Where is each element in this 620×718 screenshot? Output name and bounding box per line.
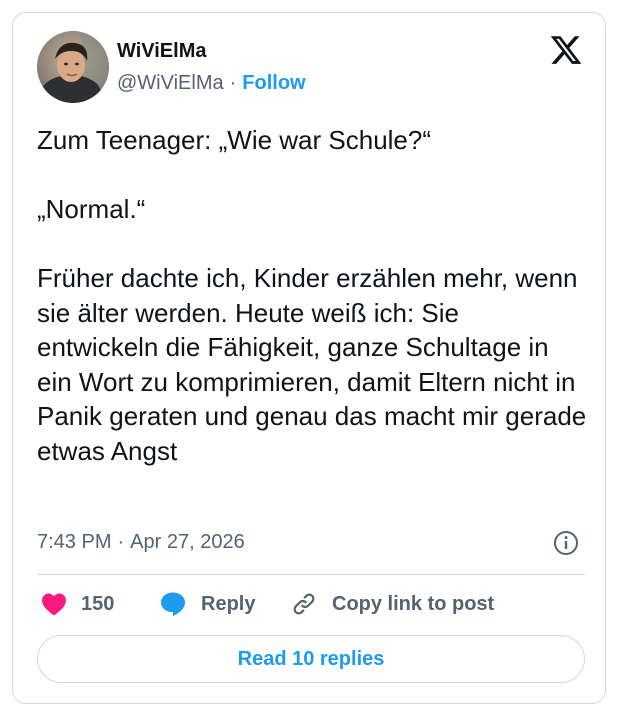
separator-dot: · xyxy=(229,72,237,94)
tweet-date[interactable]: Apr 27, 2026 xyxy=(130,531,245,553)
like-count: 150 xyxy=(81,592,115,615)
read-replies-button[interactable]: Read 10 replies xyxy=(37,635,585,683)
heart-icon xyxy=(41,592,67,616)
follow-link[interactable]: Follow xyxy=(242,72,305,94)
author-display-name[interactable]: WiViElMa xyxy=(117,38,206,64)
tweet-text: Zum Teenager: „Wie war Schule?“ „Normal.… xyxy=(37,125,587,466)
embedded-tweet-card: WiViElMa @WiViElMa · Follow Zum Teenager: … xyxy=(12,12,606,704)
copy-link-button[interactable]: Copy link to post xyxy=(290,589,494,619)
avatar[interactable] xyxy=(37,31,109,103)
author-handle[interactable]: @WiViElMa xyxy=(117,72,224,94)
link-icon xyxy=(290,590,318,618)
copy-link-label: Copy link to post xyxy=(332,592,495,615)
tweet-time[interactable]: 7:43 PM xyxy=(37,531,111,553)
separator-dot: · xyxy=(117,531,125,553)
timestamp-row[interactable]: 7:43 PM · Apr 27, 2026 xyxy=(37,529,245,555)
reply-label: Reply xyxy=(201,592,256,615)
like-button[interactable]: 150 xyxy=(41,589,114,619)
reply-button[interactable]: Reply xyxy=(159,589,255,619)
info-icon[interactable] xyxy=(553,530,579,556)
divider xyxy=(37,574,585,575)
speech-bubble-icon xyxy=(159,591,187,617)
x-logo-icon[interactable] xyxy=(549,33,583,67)
author-handle-row: @WiViElMa · Follow xyxy=(117,70,306,96)
